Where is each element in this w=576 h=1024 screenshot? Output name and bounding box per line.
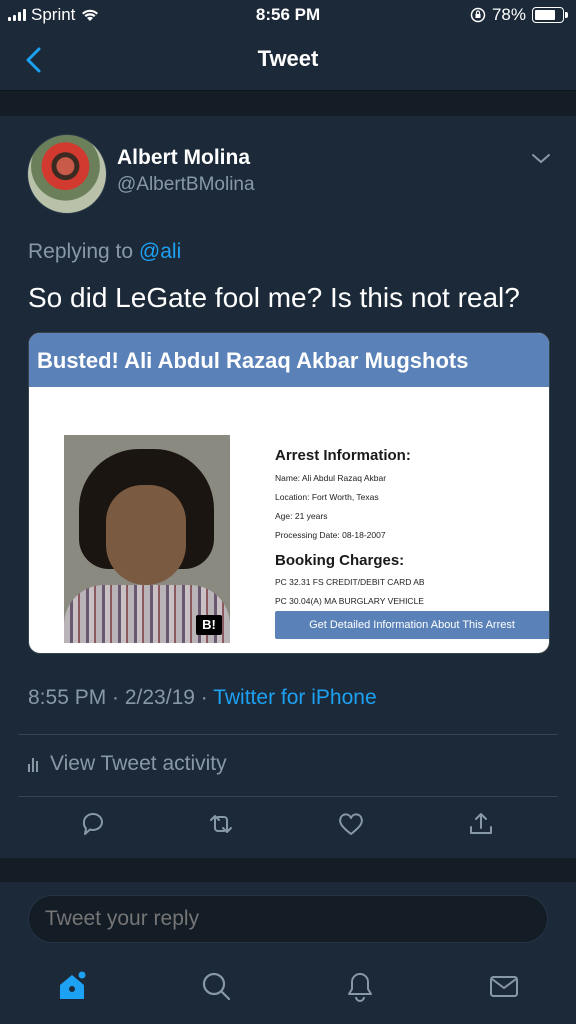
navigation-bar: Tweet [0,32,576,91]
reply-icon[interactable] [78,809,108,839]
reply-input[interactable] [28,895,548,943]
page-title: Tweet [257,46,319,71]
mugshot-image: B! [64,435,230,643]
like-icon[interactable] [336,809,366,839]
share-icon[interactable] [466,809,496,839]
rotation-lock-icon [470,7,486,23]
avatar[interactable] [27,134,107,214]
tweet-meta: 8:55 PM · 2/23/19 · Twitter for iPhone [28,686,377,710]
battery-percent: 78% [491,5,526,24]
charge-line: PC 30.04(A) MA BURGLARY VEHICLE [275,596,424,606]
tweet-detail: Albert Molina @AlbertBMolina Replying to… [0,116,576,858]
tweet-text: So did LeGate fool me? Is this not real? [28,282,520,313]
arrest-info: Arrest Information: Name: Ali Abdul Raza… [275,447,425,606]
detailed-info-button[interactable]: Get Detailed Information About This Arre… [275,611,549,639]
card-title: Busted! Ali Abdul Razaq Akbar Mugshots [37,348,469,373]
arrest-line: Age: 21 years [275,511,328,521]
charge-line: PC 32.31 FS CREDIT/DEBIT CARD AB [275,577,425,587]
replying-mention-link[interactable]: @ali [139,240,181,263]
arrest-line: Processing Date: 08-18-2007 [275,530,386,540]
card-header: Busted! Ali Abdul Razaq Akbar Mugshots [29,333,549,387]
search-icon[interactable] [200,970,232,1002]
tweet-actions [0,809,576,849]
divider [18,734,558,735]
charges-heading: Booking Charges: [275,552,405,569]
watermark-logo: B! [196,615,222,635]
replying-to: Replying to @ali [28,240,181,264]
battery-icon [532,7,568,23]
tweet-timestamp: 8:55 PM · 2/23/19 · [28,686,214,709]
arrest-line: Location: Fort Worth, Texas [275,492,379,502]
replying-prefix: Replying to [28,240,134,263]
chevron-down-icon[interactable] [530,152,552,166]
status-bar: Sprint 8:56 PM 78% [0,0,576,32]
bottom-bar [0,882,576,1024]
author-name[interactable]: Albert Molina [117,146,250,170]
messages-icon[interactable] [488,970,520,1002]
link-preview-card[interactable]: Busted! Ali Abdul Razaq Akbar Mugshots B… [28,332,550,654]
activity-label: View Tweet activity [50,752,227,775]
retweet-icon[interactable] [206,809,236,839]
author-handle[interactable]: @AlbertBMolina [117,174,255,196]
battery-group: 78% [470,5,568,25]
activity-icon [28,756,38,772]
tweet-source-link[interactable]: Twitter for iPhone [213,686,376,709]
notifications-icon[interactable] [344,970,376,1002]
divider [18,796,558,797]
arrest-heading: Arrest Information: [275,447,411,464]
view-activity-button[interactable]: View Tweet activity [28,752,227,776]
home-icon[interactable] [56,970,88,1002]
arrest-line: Name: Ali Abdul Razaq Akbar [275,473,387,483]
